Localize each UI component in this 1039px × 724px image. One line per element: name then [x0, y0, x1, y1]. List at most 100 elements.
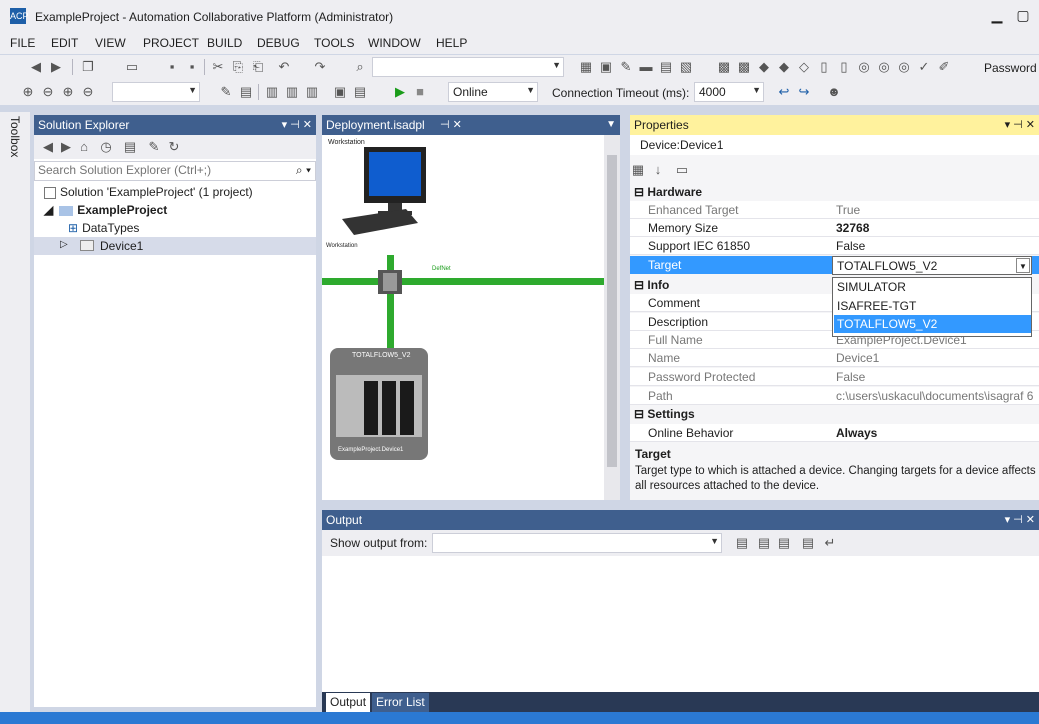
clear-all-icon[interactable]: ▤ — [800, 535, 816, 551]
tool-icon[interactable]: ▣ — [332, 84, 348, 100]
tool-icon[interactable]: ▤ — [658, 59, 674, 75]
menu-debug[interactable]: DEBUG — [257, 36, 300, 50]
property-pages-icon[interactable]: ▭ — [674, 162, 690, 178]
word-wrap-icon[interactable]: ↵ — [822, 535, 838, 551]
connect-icon[interactable]: ↩ — [776, 84, 792, 100]
tool-icon[interactable]: ▦ — [578, 59, 594, 75]
align-icon[interactable]: ▥ — [264, 84, 280, 100]
tool-icon[interactable]: ▣ — [598, 59, 614, 75]
tool-icon[interactable]: ▤ — [238, 84, 254, 100]
menu-file[interactable]: FILE — [10, 36, 35, 50]
maximize-icon[interactable]: ▢ — [1012, 5, 1034, 25]
tree-project[interactable]: ◢ ExampleProject — [44, 203, 167, 217]
collapse-icon[interactable]: ⊟ — [634, 278, 647, 292]
stop-icon[interactable]: ■ — [412, 84, 428, 100]
pin-close-icon[interactable]: ⊣ ✕ — [440, 118, 462, 131]
menu-help[interactable]: HELP — [436, 36, 467, 50]
search-icon[interactable]: ⌕ ▾ — [296, 163, 311, 178]
find-combo[interactable]: ▼ — [372, 57, 564, 77]
dropdown-option[interactable]: SIMULATOR — [834, 278, 1031, 296]
deployment-scrollbar[interactable] — [604, 135, 620, 500]
tool-icon[interactable]: ◆ — [776, 59, 792, 75]
redo-icon[interactable]: ↷ — [312, 59, 328, 75]
forward-icon[interactable]: ▶ — [48, 59, 64, 75]
tree-item-device1[interactable]: ▷ Device1 — [34, 237, 316, 255]
find-message-icon[interactable]: ▤ — [734, 535, 750, 551]
undo-icon[interactable]: ↶ — [276, 59, 292, 75]
tool-icon[interactable]: ◎ — [856, 59, 872, 75]
prev-message-icon[interactable]: ▤ — [756, 535, 772, 551]
history-icon[interactable]: ◷ — [98, 139, 114, 155]
paste-icon[interactable]: ⎗ — [250, 59, 266, 75]
workstation-icon[interactable] — [342, 147, 426, 235]
tool-icon[interactable]: ◆ — [756, 59, 772, 75]
zoom-icon[interactable]: ⊕ — [60, 84, 76, 100]
chevron-down-icon[interactable]: ▼ — [1016, 258, 1030, 273]
tool-icon[interactable]: ◇ — [796, 59, 812, 75]
home-icon[interactable]: ⌂ — [76, 139, 92, 155]
expand-icon[interactable]: ◢ — [44, 203, 53, 217]
prop-row[interactable]: Password Protected False — [630, 368, 1039, 386]
menu-edit[interactable]: EDIT — [51, 36, 78, 50]
tool-icon[interactable]: ▬ — [638, 59, 654, 75]
collapse-icon[interactable]: ⊟ — [634, 185, 647, 199]
refresh-icon[interactable]: ↻ — [166, 139, 182, 155]
save-all-icon[interactable]: ▪ — [184, 59, 200, 75]
tool-icon[interactable]: ✓ — [916, 59, 932, 75]
tab-error-list[interactable]: Error List — [372, 693, 429, 712]
scroll-thumb[interactable] — [607, 155, 617, 467]
panel-controls-icon[interactable]: ▾ ⊣ ✕ — [1005, 513, 1035, 526]
category-hardware[interactable]: ⊟ Hardware — [630, 183, 1039, 201]
prop-row[interactable]: Path c:\users\uskacul\documents\isagraf 6 — [630, 387, 1039, 405]
align-icon[interactable]: ▥ — [304, 84, 320, 100]
mode-combo[interactable]: Online ▼ — [448, 82, 538, 102]
prop-row[interactable]: Online Behavior Always — [630, 424, 1039, 442]
password-button[interactable]: Password — [984, 61, 1037, 75]
new-project-icon[interactable]: ❐ — [80, 59, 96, 75]
menu-build[interactable]: BUILD — [207, 36, 242, 50]
prop-row[interactable]: Name Device1 — [630, 349, 1039, 367]
menu-project[interactable]: PROJECT — [143, 36, 199, 50]
align-icon[interactable]: ▥ — [284, 84, 300, 100]
next-message-icon[interactable]: ▤ — [776, 535, 792, 551]
dropdown-option-selected[interactable]: TOTALFLOW5_V2 — [834, 315, 1031, 333]
cut-icon[interactable]: ✂ — [210, 59, 226, 75]
collapse-icon[interactable]: ▤ — [122, 139, 138, 155]
open-icon[interactable]: ▭ — [124, 59, 140, 75]
run-icon[interactable]: ▶ — [392, 84, 408, 100]
zoom-out-icon[interactable]: ⊖ — [40, 84, 56, 100]
prop-row[interactable]: Support IEC 61850 False — [630, 237, 1039, 255]
minimize-icon[interactable]: ▁ — [986, 5, 1008, 25]
menu-window[interactable]: WINDOW — [368, 36, 421, 50]
zoom-icon[interactable]: ⊖ — [80, 84, 96, 100]
prop-row[interactable]: Memory Size 32768 — [630, 219, 1039, 237]
panel-controls-icon[interactable]: ▾ ⊣ ✕ — [282, 118, 312, 131]
properties-icon[interactable]: ✎ — [146, 139, 162, 155]
password-icon[interactable]: ✐ — [936, 59, 952, 75]
copy-icon[interactable]: ⎘ — [230, 59, 246, 75]
panel-controls-icon[interactable]: ▾ ⊣ ✕ — [1005, 118, 1035, 131]
category-settings[interactable]: ⊟ Settings — [630, 405, 1039, 423]
save-icon[interactable]: ▪ — [164, 59, 180, 75]
expand-icon[interactable]: ▷ — [60, 239, 68, 250]
output-source-combo[interactable]: ▼ — [432, 533, 722, 553]
tool-icon[interactable]: ▩ — [716, 59, 732, 75]
collapse-icon[interactable]: ⊟ — [634, 407, 647, 421]
tree-item-datatypes[interactable]: ⊞ DataTypes — [68, 221, 139, 235]
menu-tools[interactable]: TOOLS — [314, 36, 354, 50]
tab-output[interactable]: Output — [326, 693, 371, 712]
tool-icon[interactable]: ▤ — [352, 84, 368, 100]
solution-search-input[interactable] — [38, 163, 278, 177]
zoom-combo[interactable]: ▼ — [112, 82, 200, 102]
edit-icon[interactable]: ✎ — [218, 84, 234, 100]
back-icon[interactable]: ◀ — [28, 59, 44, 75]
zoom-in-icon[interactable]: ⊕ — [20, 84, 36, 100]
tool-icon[interactable]: ▩ — [736, 59, 752, 75]
tool-icon[interactable]: ✎ — [618, 59, 634, 75]
deployment-canvas[interactable]: Workstation Workstation DefNet TOTALFLOW… — [322, 135, 620, 500]
solution-search[interactable]: ⌕ ▾ — [34, 161, 316, 181]
tool-icon[interactable]: ▯ — [816, 59, 832, 75]
forward-icon[interactable]: ▶ — [58, 139, 74, 155]
toolbox-tab[interactable]: Toolbox — [8, 116, 22, 157]
timeout-combo[interactable]: 4000 ▼ — [694, 82, 764, 102]
